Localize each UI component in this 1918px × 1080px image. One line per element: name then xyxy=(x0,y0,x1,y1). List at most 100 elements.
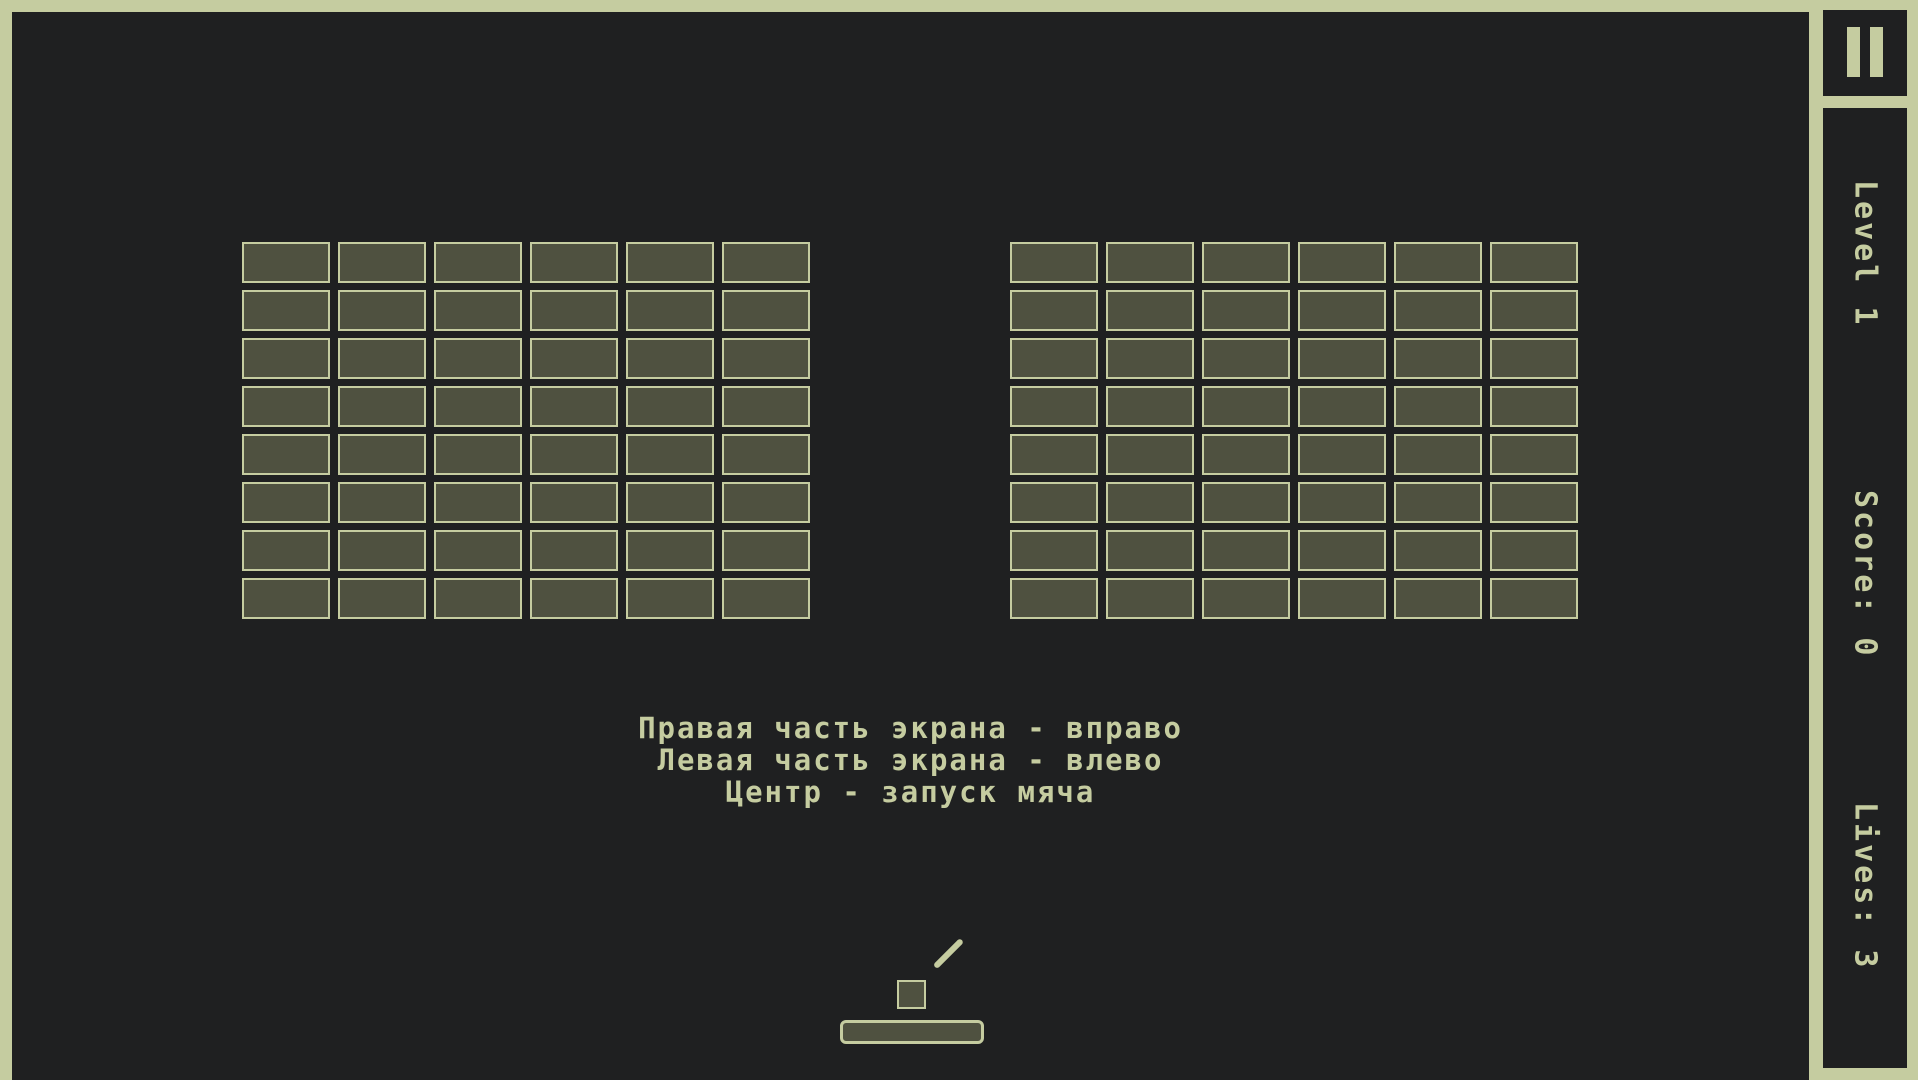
brick xyxy=(1010,290,1098,331)
brick xyxy=(242,578,330,619)
brick xyxy=(1298,578,1386,619)
brick xyxy=(626,338,714,379)
brick xyxy=(1202,578,1290,619)
brick xyxy=(1202,242,1290,283)
brick xyxy=(626,578,714,619)
brick xyxy=(530,386,618,427)
brick xyxy=(1298,386,1386,427)
brick xyxy=(1394,482,1482,523)
brick xyxy=(530,242,618,283)
brick xyxy=(530,290,618,331)
brick xyxy=(722,530,810,571)
brick xyxy=(1394,578,1482,619)
brick xyxy=(530,578,618,619)
brick xyxy=(242,434,330,475)
brick xyxy=(722,482,810,523)
brick xyxy=(1106,290,1194,331)
ball xyxy=(897,980,926,1009)
brick xyxy=(242,386,330,427)
brick xyxy=(434,578,522,619)
brick xyxy=(338,242,426,283)
brick xyxy=(1298,434,1386,475)
brick xyxy=(434,386,522,427)
aim-indicator xyxy=(932,938,964,970)
brick xyxy=(1490,578,1578,619)
brick-block-left xyxy=(242,242,810,619)
brick xyxy=(722,290,810,331)
brick xyxy=(242,290,330,331)
brick xyxy=(1490,530,1578,571)
brick xyxy=(1202,338,1290,379)
brick xyxy=(242,482,330,523)
brick xyxy=(1106,530,1194,571)
brick xyxy=(242,530,330,571)
brick xyxy=(434,434,522,475)
brick xyxy=(338,530,426,571)
brick xyxy=(530,482,618,523)
brick xyxy=(1490,290,1578,331)
brick xyxy=(338,338,426,379)
game-field[interactable]: Правая часть экрана - вправо Левая часть… xyxy=(12,12,1809,1080)
brick xyxy=(1298,530,1386,571)
brick xyxy=(530,530,618,571)
brick xyxy=(1202,482,1290,523)
brick xyxy=(1202,530,1290,571)
instructions: Правая часть экрана - вправо Левая часть… xyxy=(12,712,1809,808)
brick xyxy=(1106,386,1194,427)
brick xyxy=(434,530,522,571)
brick xyxy=(626,530,714,571)
instruction-line: Правая часть экрана - вправо xyxy=(638,711,1183,745)
brick xyxy=(1106,242,1194,283)
brick xyxy=(1010,242,1098,283)
brick xyxy=(1394,290,1482,331)
brick xyxy=(1010,434,1098,475)
hud-sidebar: Level 1 Score: 0 Lives: 3 xyxy=(1823,108,1907,1068)
brick xyxy=(1202,434,1290,475)
brick xyxy=(1394,338,1482,379)
brick xyxy=(1298,338,1386,379)
brick xyxy=(1106,434,1194,475)
brick xyxy=(722,434,810,475)
brick xyxy=(1490,434,1578,475)
brick xyxy=(1202,386,1290,427)
brick xyxy=(626,434,714,475)
brick xyxy=(722,578,810,619)
brick xyxy=(1394,434,1482,475)
brick xyxy=(530,434,618,475)
brick xyxy=(1010,530,1098,571)
brick xyxy=(1394,386,1482,427)
brick xyxy=(626,290,714,331)
brick xyxy=(338,386,426,427)
brick xyxy=(722,338,810,379)
brick xyxy=(242,242,330,283)
brick xyxy=(1490,242,1578,283)
brick xyxy=(1010,386,1098,427)
brick xyxy=(1010,482,1098,523)
brick xyxy=(1106,338,1194,379)
brick xyxy=(338,578,426,619)
brick xyxy=(338,482,426,523)
brick xyxy=(1010,338,1098,379)
brick xyxy=(1298,482,1386,523)
pause-button[interactable] xyxy=(1823,10,1907,96)
brick xyxy=(434,290,522,331)
brick xyxy=(1202,290,1290,331)
brick xyxy=(434,242,522,283)
brick xyxy=(434,338,522,379)
brick xyxy=(434,482,522,523)
brick xyxy=(1490,338,1578,379)
brick xyxy=(530,338,618,379)
instruction-line: Левая часть экрана - влево xyxy=(657,743,1164,777)
brick xyxy=(1298,290,1386,331)
brick xyxy=(1106,482,1194,523)
brick xyxy=(1010,578,1098,619)
brick-block-right xyxy=(1010,242,1578,619)
paddle[interactable] xyxy=(840,1020,984,1044)
lives-label: Lives: 3 xyxy=(1847,802,1883,971)
brick xyxy=(722,242,810,283)
brick xyxy=(1490,386,1578,427)
brick xyxy=(626,242,714,283)
brick xyxy=(1106,578,1194,619)
brick xyxy=(626,482,714,523)
brick xyxy=(1394,242,1482,283)
